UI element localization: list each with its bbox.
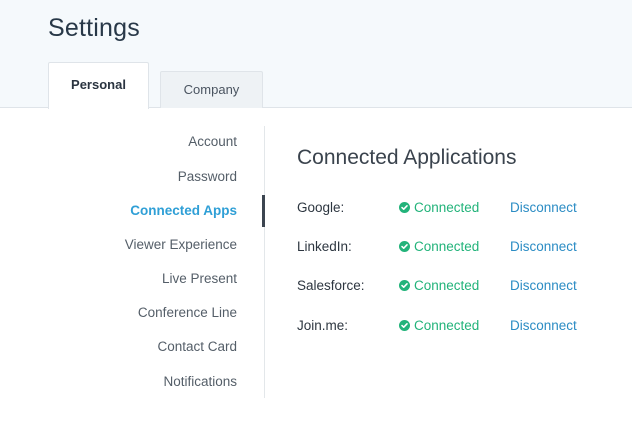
sidebar-item-contact-card[interactable]: Contact Card	[157, 339, 237, 354]
active-nav-indicator	[262, 195, 265, 227]
check-circle-icon	[399, 320, 410, 331]
status-connected: Connected	[399, 200, 479, 215]
status-connected: Connected	[399, 278, 479, 293]
section-title: Connected Applications	[297, 146, 517, 169]
disconnect-link[interactable]: Disconnect	[510, 239, 577, 254]
status-label: Connected	[414, 318, 480, 333]
sidebar-item-connected-apps[interactable]: Connected Apps	[130, 203, 237, 218]
settings-sidebar: Account Password Connected Apps Viewer E…	[0, 126, 265, 398]
status-label: Connected	[414, 239, 480, 254]
status-connected: Connected	[399, 239, 479, 254]
status-label: Connected	[414, 278, 480, 293]
sidebar-item-viewer-experience[interactable]: Viewer Experience	[125, 237, 237, 252]
status-label: Connected	[414, 200, 480, 215]
tab-company[interactable]: Company	[160, 71, 263, 108]
check-circle-icon	[399, 241, 410, 252]
app-name: Join.me:	[297, 318, 349, 333]
sidebar-item-account[interactable]: Account	[188, 134, 237, 149]
check-circle-icon	[399, 202, 410, 213]
app-row-salesforce: Salesforce: Connected Disconnect	[297, 278, 597, 298]
disconnect-link[interactable]: Disconnect	[510, 318, 577, 333]
app-name: Salesforce:	[297, 278, 365, 293]
app-row-linkedin: LinkedIn: Connected Disconnect	[297, 239, 597, 259]
sidebar-item-notifications[interactable]: Notifications	[163, 374, 237, 389]
sidebar-item-conference-line[interactable]: Conference Line	[138, 305, 237, 320]
page-title: Settings	[48, 14, 140, 42]
app-row-google: Google: Connected Disconnect	[297, 200, 597, 220]
status-connected: Connected	[399, 318, 479, 333]
app-row-joinme: Join.me: Connected Disconnect	[297, 318, 597, 338]
disconnect-link[interactable]: Disconnect	[510, 200, 577, 215]
tab-personal[interactable]: Personal	[48, 62, 149, 109]
app-name: LinkedIn:	[297, 239, 352, 254]
sidebar-item-live-present[interactable]: Live Present	[162, 271, 237, 286]
disconnect-link[interactable]: Disconnect	[510, 278, 577, 293]
sidebar-item-password[interactable]: Password	[178, 169, 237, 184]
check-circle-icon	[399, 280, 410, 291]
app-name: Google:	[297, 200, 345, 215]
